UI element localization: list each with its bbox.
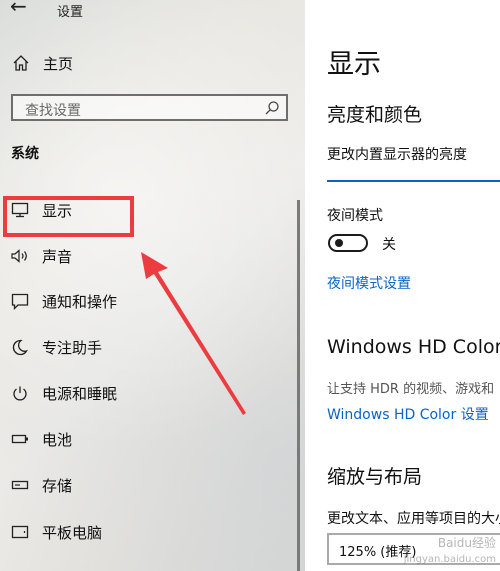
sidebar-item-power[interactable]: 电源和睡眠 (0, 379, 290, 407)
sidebar-item-storage[interactable]: 存储 (0, 471, 290, 499)
watermark-url: jingyan.baidu.com (403, 554, 496, 565)
storage-icon (10, 475, 30, 495)
tablet-icon (10, 522, 30, 542)
sidebar-item-label: 通知和操作 (42, 292, 118, 311)
toggle-knob (335, 239, 343, 247)
sidebar-item-label: 电池 (42, 430, 73, 449)
search-placeholder: 查找设置 (25, 103, 81, 119)
section-title: 系统 (11, 146, 39, 162)
sidebar-item-battery[interactable]: 电池 (0, 425, 290, 453)
home-icon (13, 55, 29, 71)
brightness-heading: 亮度和颜色 (327, 104, 423, 126)
hdr-heading: Windows HD Color (327, 336, 500, 358)
search-input[interactable]: 查找设置 (11, 94, 288, 121)
night-mode-label: 夜间模式 (327, 208, 383, 224)
hdr-settings-link[interactable]: Windows HD Color 设置 (327, 404, 489, 424)
moon-icon (10, 337, 30, 357)
brightness-slider[interactable] (327, 180, 500, 182)
scale-description: 更改文本、应用等项目的大小 (327, 511, 500, 527)
sidebar-item-tablet[interactable]: 平板电脑 (0, 518, 290, 546)
power-icon (10, 383, 30, 403)
sidebar-item-label: 电源和睡眠 (42, 384, 118, 403)
content-pane: 显示 亮度和颜色 更改内置显示器的亮度 夜间模式 关 夜间模式设置 Window… (305, 0, 500, 571)
window-title: 设置 (57, 5, 84, 20)
search-icon[interactable] (264, 100, 280, 116)
scale-heading: 缩放与布局 (327, 466, 423, 488)
brightness-description: 更改内置显示器的亮度 (327, 147, 467, 163)
annotation-highlight-box (3, 196, 134, 237)
sidebar-item-notifications[interactable]: 通知和操作 (0, 287, 290, 315)
page-title: 显示 (327, 49, 381, 80)
watermark: Baidu经验 (437, 536, 496, 550)
sidebar-scrollbar[interactable] (297, 200, 300, 571)
back-arrow-icon[interactable]: ← (10, 0, 27, 16)
home-nav-item[interactable]: 主页 (11, 52, 73, 74)
sidebar: ← 设置 主页 查找设置 系统 显示 声音 通知和操作 专注助手 电源和睡眠 电… (0, 0, 305, 571)
sidebar-item-focus-assist[interactable]: 专注助手 (0, 333, 290, 361)
sidebar-item-label: 存储 (42, 476, 73, 495)
hdr-description: 让支持 HDR 的视频、游戏和 (327, 382, 495, 397)
sidebar-item-sound[interactable]: 声音 (0, 242, 290, 270)
sidebar-item-label: 声音 (42, 247, 73, 266)
speaker-icon (10, 246, 30, 266)
notification-icon (10, 291, 30, 311)
sidebar-item-label: 专注助手 (42, 338, 103, 357)
home-label: 主页 (43, 54, 74, 73)
night-mode-state: 关 (382, 237, 396, 253)
battery-icon (10, 429, 30, 449)
night-mode-settings-link[interactable]: 夜间模式设置 (327, 273, 411, 293)
night-mode-toggle[interactable] (328, 234, 368, 252)
sidebar-item-label: 平板电脑 (42, 523, 103, 542)
